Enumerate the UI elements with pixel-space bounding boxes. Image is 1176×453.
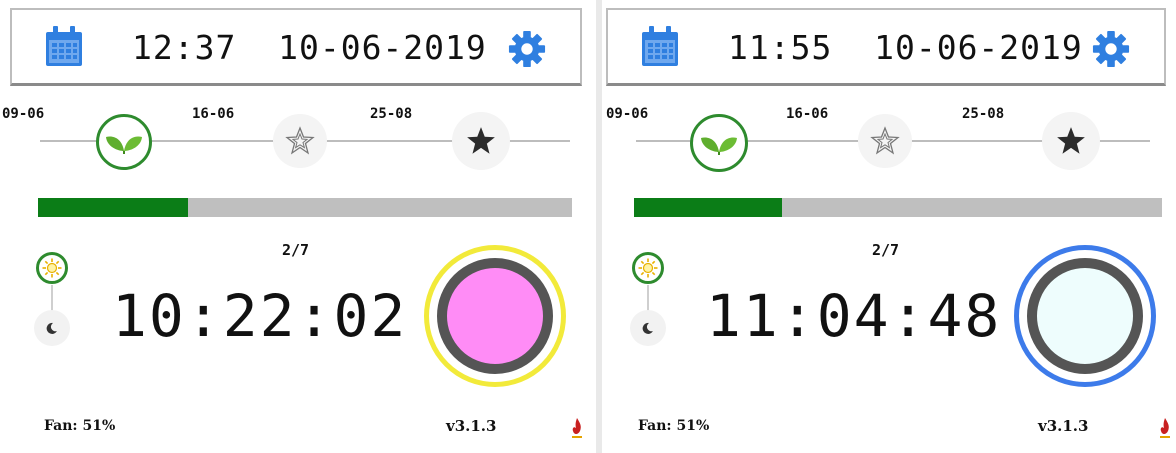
stage-date-3: 25-08: [370, 106, 413, 122]
moon-icon: [642, 322, 653, 334]
day-mode-button[interactable]: [632, 252, 664, 284]
current-datetime: 12:37 10-06-2019: [132, 28, 487, 67]
night-mode-button[interactable]: [34, 310, 70, 346]
firmware-version: v3.1.3: [1038, 417, 1089, 435]
moon-icon: [46, 322, 57, 334]
grow-stage-timeline: 09-06 16-06 25-08: [0, 96, 596, 176]
grow-stage-timeline: 09-06 16-06 25-08: [602, 96, 1176, 176]
current-date: 10-06-2019: [874, 28, 1083, 67]
fan-speed-label: Fan: 51%: [638, 418, 710, 434]
status-header: 12:37 10-06-2019: [10, 8, 582, 86]
countdown-timer: 11:04:48: [706, 282, 1002, 350]
star-icon: [467, 127, 495, 154]
seedling-icon: [106, 136, 142, 154]
star-icon: [1057, 127, 1085, 154]
stage-progress-fill: [38, 198, 188, 217]
light-status-fill: [437, 258, 553, 374]
gear-icon[interactable]: [1092, 30, 1130, 68]
device-screen-right: 11:55 10-06-2019 09-06 16-06 25-08 2/7 1…: [602, 0, 1176, 453]
current-date: 10-06-2019: [278, 28, 487, 67]
gear-icon[interactable]: [508, 30, 546, 68]
stage-date-1: 09-06: [2, 106, 45, 122]
calendar-icon[interactable]: [640, 26, 680, 68]
light-status-indicator[interactable]: [424, 245, 566, 387]
current-time: 11:55: [728, 28, 833, 67]
flame-icon: [572, 418, 582, 438]
stage-progress-bar: [38, 198, 572, 217]
light-status-indicator[interactable]: [1014, 245, 1156, 387]
sun-icon: [42, 258, 62, 278]
stage-harvest[interactable]: [1042, 112, 1100, 170]
device-screen-left: 12:37 10-06-2019 09-06 16-06 25-08 2/7 1…: [0, 0, 596, 453]
flower-outline-icon: [870, 126, 900, 155]
countdown-timer: 10:22:02: [112, 282, 408, 350]
stage-flowering[interactable]: [273, 114, 327, 168]
flame-icon: [1160, 418, 1170, 438]
current-datetime: 11:55 10-06-2019: [728, 28, 1083, 67]
day-counter: 2/7: [872, 241, 900, 259]
stage-flowering[interactable]: [858, 114, 912, 168]
stage-progress-bar: [634, 198, 1162, 217]
stage-date-2: 16-06: [786, 106, 829, 122]
flower-outline-icon: [285, 126, 315, 155]
day-mode-button[interactable]: [36, 252, 68, 284]
night-mode-button[interactable]: [630, 310, 666, 346]
mode-connector: [51, 285, 53, 311]
calendar-icon[interactable]: [44, 26, 84, 68]
stage-progress-fill: [634, 198, 782, 217]
seedling-icon: [701, 137, 737, 155]
stage-vegetative[interactable]: [690, 114, 748, 172]
fan-speed-label: Fan: 51%: [44, 418, 116, 434]
mode-connector: [647, 285, 649, 311]
stage-date-2: 16-06: [192, 106, 235, 122]
day-counter: 2/7: [282, 241, 310, 259]
current-time: 12:37: [132, 28, 237, 67]
stage-vegetative[interactable]: [96, 114, 152, 170]
light-status-fill: [1027, 258, 1143, 374]
status-header: 11:55 10-06-2019: [606, 8, 1166, 86]
stage-date-1: 09-06: [606, 106, 649, 122]
sun-icon: [638, 258, 658, 278]
firmware-version: v3.1.3: [446, 417, 497, 435]
stage-date-3: 25-08: [962, 106, 1005, 122]
stage-harvest[interactable]: [452, 112, 510, 170]
